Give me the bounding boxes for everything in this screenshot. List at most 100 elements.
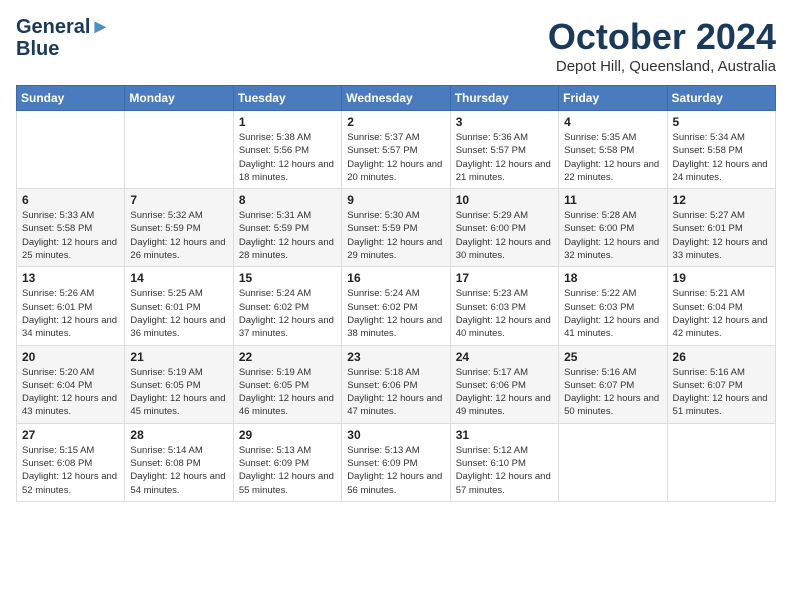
calendar-cell: 27 Sunrise: 5:15 AMSunset: 6:08 PMDayligh…	[17, 423, 125, 501]
day-number: 6	[22, 193, 119, 207]
day-number: 27	[22, 428, 119, 442]
day-number: 16	[347, 271, 444, 285]
day-info: Sunrise: 5:28 AMSunset: 6:00 PMDaylight:…	[564, 209, 661, 262]
calendar-cell: 25 Sunrise: 5:16 AMSunset: 6:07 PMDayligh…	[559, 345, 667, 423]
day-info: Sunrise: 5:18 AMSunset: 6:06 PMDaylight:…	[347, 366, 444, 419]
day-info: Sunrise: 5:25 AMSunset: 6:01 PMDaylight:…	[130, 287, 227, 340]
day-info: Sunrise: 5:35 AMSunset: 5:58 PMDaylight:…	[564, 131, 661, 184]
calendar-cell: 30 Sunrise: 5:13 AMSunset: 6:09 PMDayligh…	[342, 423, 450, 501]
day-number: 14	[130, 271, 227, 285]
calendar-cell: 1 Sunrise: 5:38 AMSunset: 5:56 PMDaylight…	[233, 111, 341, 189]
day-info: Sunrise: 5:13 AMSunset: 6:09 PMDaylight:…	[239, 444, 336, 497]
day-number: 24	[456, 350, 553, 364]
day-info: Sunrise: 5:19 AMSunset: 6:05 PMDaylight:…	[130, 366, 227, 419]
weekday-header: Wednesday	[342, 86, 450, 111]
calendar-cell	[559, 423, 667, 501]
weekday-header: Tuesday	[233, 86, 341, 111]
calendar-cell: 19Sunrise: 5:21 AMSunset: 6:04 PMDayligh…	[667, 267, 775, 345]
day-info: Sunrise: 5:20 AMSunset: 6:04 PMDaylight:…	[22, 366, 119, 419]
calendar-cell: 15Sunrise: 5:24 AMSunset: 6:02 PMDayligh…	[233, 267, 341, 345]
calendar-cell: 5Sunrise: 5:34 AMSunset: 5:58 PMDaylight…	[667, 111, 775, 189]
day-number: 23	[347, 350, 444, 364]
day-info: Sunrise: 5:33 AMSunset: 5:58 PMDaylight:…	[22, 209, 119, 262]
calendar-week-row: 1 Sunrise: 5:38 AMSunset: 5:56 PMDaylight…	[17, 111, 776, 189]
month-title: October 2024	[548, 16, 776, 58]
day-number: 1	[239, 115, 336, 129]
day-number: 29	[239, 428, 336, 442]
calendar-cell: 14 Sunrise: 5:25 AMSunset: 6:01 PMDayligh…	[125, 267, 233, 345]
day-info: Sunrise: 5:16 AMSunset: 6:07 PMDaylight:…	[564, 366, 661, 419]
calendar-cell: 22 Sunrise: 5:19 AMSunset: 6:05 PMDayligh…	[233, 345, 341, 423]
logo: General►Blue	[16, 16, 110, 60]
day-info: Sunrise: 5:16 AMSunset: 6:07 PMDaylight:…	[673, 366, 770, 419]
weekday-header: Sunday	[17, 86, 125, 111]
calendar-week-row: 20 Sunrise: 5:20 AMSunset: 6:04 PMDayligh…	[17, 345, 776, 423]
weekday-header: Monday	[125, 86, 233, 111]
location-subtitle: Depot Hill, Queensland, Australia	[548, 58, 776, 75]
weekday-header: Friday	[559, 86, 667, 111]
calendar-cell: 18Sunrise: 5:22 AMSunset: 6:03 PMDayligh…	[559, 267, 667, 345]
day-info: Sunrise: 5:38 AMSunset: 5:56 PMDaylight:…	[239, 131, 336, 184]
day-info: Sunrise: 5:12 AMSunset: 6:10 PMDaylight:…	[456, 444, 553, 497]
day-number: 30	[347, 428, 444, 442]
calendar-cell: 23 Sunrise: 5:18 AMSunset: 6:06 PMDayligh…	[342, 345, 450, 423]
day-info: Sunrise: 5:13 AMSunset: 6:09 PMDaylight:…	[347, 444, 444, 497]
calendar-cell: 28Sunrise: 5:14 AMSunset: 6:08 PMDayligh…	[125, 423, 233, 501]
calendar-cell	[17, 111, 125, 189]
day-number: 4	[564, 115, 661, 129]
calendar-cell: 8 Sunrise: 5:31 AMSunset: 5:59 PMDaylight…	[233, 189, 341, 267]
day-number: 8	[239, 193, 336, 207]
calendar-cell: 24 Sunrise: 5:17 AMSunset: 6:06 PMDayligh…	[450, 345, 558, 423]
day-number: 12	[673, 193, 770, 207]
calendar-cell: 12 Sunrise: 5:27 AMSunset: 6:01 PMDayligh…	[667, 189, 775, 267]
calendar-cell: 11 Sunrise: 5:28 AMSunset: 6:00 PMDayligh…	[559, 189, 667, 267]
day-number: 7	[130, 193, 227, 207]
day-info: Sunrise: 5:37 AMSunset: 5:57 PMDaylight:…	[347, 131, 444, 184]
day-info: Sunrise: 5:36 AMSunset: 5:57 PMDaylight:…	[456, 131, 553, 184]
day-number: 31	[456, 428, 553, 442]
calendar-cell: 29 Sunrise: 5:13 AMSunset: 6:09 PMDayligh…	[233, 423, 341, 501]
weekday-header: Saturday	[667, 86, 775, 111]
calendar-cell: 9Sunrise: 5:30 AMSunset: 5:59 PMDaylight…	[342, 189, 450, 267]
calendar-week-row: 13Sunrise: 5:26 AMSunset: 6:01 PMDayligh…	[17, 267, 776, 345]
weekday-header: Thursday	[450, 86, 558, 111]
calendar-cell	[667, 423, 775, 501]
day-info: Sunrise: 5:27 AMSunset: 6:01 PMDaylight:…	[673, 209, 770, 262]
day-info: Sunrise: 5:17 AMSunset: 6:06 PMDaylight:…	[456, 366, 553, 419]
day-number: 21	[130, 350, 227, 364]
calendar-cell: 31 Sunrise: 5:12 AMSunset: 6:10 PMDayligh…	[450, 423, 558, 501]
day-number: 22	[239, 350, 336, 364]
calendar-cell: 17Sunrise: 5:23 AMSunset: 6:03 PMDayligh…	[450, 267, 558, 345]
day-number: 11	[564, 193, 661, 207]
day-number: 26	[673, 350, 770, 364]
calendar-cell	[125, 111, 233, 189]
calendar-cell: 20 Sunrise: 5:20 AMSunset: 6:04 PMDayligh…	[17, 345, 125, 423]
calendar-cell: 7Sunrise: 5:32 AMSunset: 5:59 PMDaylight…	[125, 189, 233, 267]
calendar-header-row: SundayMondayTuesdayWednesdayThursdayFrid…	[17, 86, 776, 111]
day-number: 17	[456, 271, 553, 285]
day-info: Sunrise: 5:31 AMSunset: 5:59 PMDaylight:…	[239, 209, 336, 262]
day-info: Sunrise: 5:19 AMSunset: 6:05 PMDaylight:…	[239, 366, 336, 419]
day-number: 28	[130, 428, 227, 442]
day-info: Sunrise: 5:15 AMSunset: 6:08 PMDaylight:…	[22, 444, 119, 497]
calendar-cell: 10Sunrise: 5:29 AMSunset: 6:00 PMDayligh…	[450, 189, 558, 267]
calendar-week-row: 27 Sunrise: 5:15 AMSunset: 6:08 PMDayligh…	[17, 423, 776, 501]
day-number: 20	[22, 350, 119, 364]
day-number: 3	[456, 115, 553, 129]
calendar-cell: 13Sunrise: 5:26 AMSunset: 6:01 PMDayligh…	[17, 267, 125, 345]
calendar-cell: 3 Sunrise: 5:36 AMSunset: 5:57 PMDaylight…	[450, 111, 558, 189]
day-info: Sunrise: 5:34 AMSunset: 5:58 PMDaylight:…	[673, 131, 770, 184]
day-info: Sunrise: 5:30 AMSunset: 5:59 PMDaylight:…	[347, 209, 444, 262]
day-info: Sunrise: 5:29 AMSunset: 6:00 PMDaylight:…	[456, 209, 553, 262]
page-header: General►Blue October 2024 Depot Hill, Qu…	[16, 16, 776, 75]
calendar-cell: 21 Sunrise: 5:19 AMSunset: 6:05 PMDayligh…	[125, 345, 233, 423]
day-number: 15	[239, 271, 336, 285]
day-info: Sunrise: 5:24 AMSunset: 6:02 PMDaylight:…	[347, 287, 444, 340]
calendar-cell: 16 Sunrise: 5:24 AMSunset: 6:02 PMDayligh…	[342, 267, 450, 345]
day-number: 25	[564, 350, 661, 364]
day-info: Sunrise: 5:22 AMSunset: 6:03 PMDaylight:…	[564, 287, 661, 340]
calendar-cell: 6 Sunrise: 5:33 AMSunset: 5:58 PMDaylight…	[17, 189, 125, 267]
day-number: 13	[22, 271, 119, 285]
calendar-cell: 26 Sunrise: 5:16 AMSunset: 6:07 PMDayligh…	[667, 345, 775, 423]
calendar-table: SundayMondayTuesdayWednesdayThursdayFrid…	[16, 85, 776, 502]
